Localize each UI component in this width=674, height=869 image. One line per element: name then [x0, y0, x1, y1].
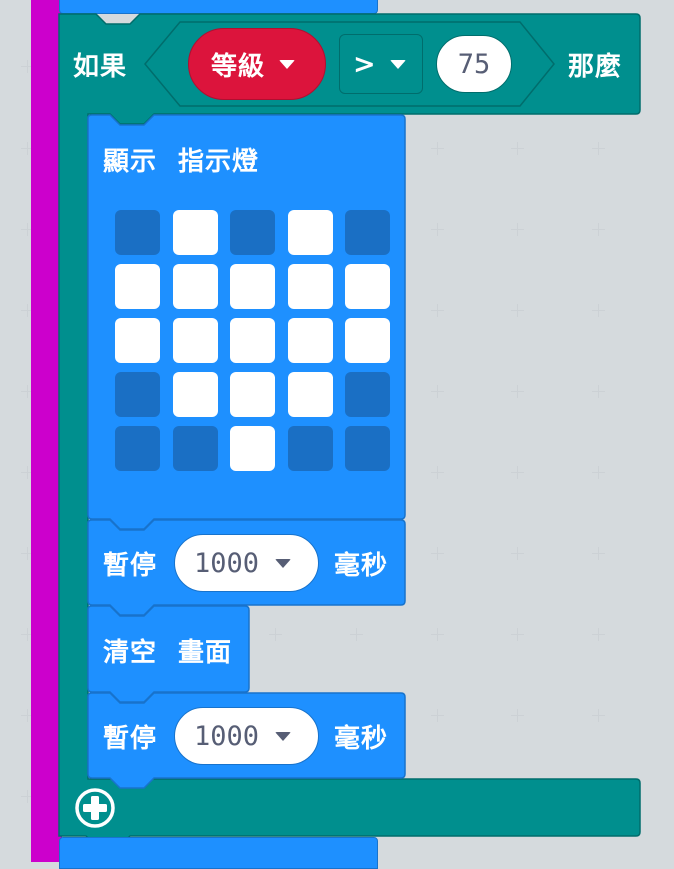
pause-duration-dropdown[interactable]: 1000	[174, 707, 319, 765]
pause-duration-value: 1000	[194, 720, 260, 752]
pause-unit-label: 毫秒	[334, 724, 389, 754]
pause-label: 暫停	[103, 724, 158, 754]
chevron-down-icon	[275, 731, 292, 741]
add-else-button[interactable]	[74, 787, 116, 829]
plus-circle-icon	[75, 788, 115, 828]
